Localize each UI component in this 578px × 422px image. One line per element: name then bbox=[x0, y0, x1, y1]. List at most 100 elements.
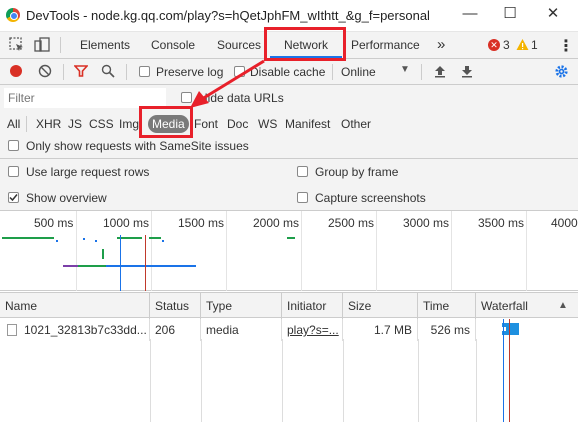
column-header-time[interactable]: Time bbox=[418, 293, 476, 319]
kebab-menu-icon[interactable]: ⋮ bbox=[558, 36, 574, 56]
filter-input[interactable] bbox=[4, 88, 166, 108]
gridline bbox=[151, 211, 152, 291]
filter-type-manifest[interactable]: Manifest bbox=[283, 115, 332, 133]
request-type: media bbox=[201, 319, 282, 341]
overview-bar bbox=[287, 237, 295, 239]
tick-label: 4000 bbox=[551, 216, 578, 230]
filter-type-js[interactable]: JS bbox=[66, 115, 84, 133]
filter-type-all[interactable]: All bbox=[5, 115, 22, 133]
network-settings-pane: Use large request rows Group by frame Sh… bbox=[0, 159, 578, 211]
column-divider bbox=[418, 339, 419, 422]
error-icon: ✕ bbox=[488, 39, 500, 51]
filter-type-img[interactable]: Img bbox=[117, 115, 141, 133]
overview-bar bbox=[2, 237, 54, 239]
network-settings-gear-icon[interactable] bbox=[554, 64, 569, 79]
chrome-logo-icon bbox=[6, 8, 20, 22]
tab-sources[interactable]: Sources bbox=[217, 32, 261, 58]
samesite-checkbox[interactable] bbox=[8, 140, 19, 151]
gridline bbox=[301, 211, 302, 291]
load-event-line bbox=[509, 319, 510, 422]
filter-bar: Hide data URLs bbox=[0, 85, 578, 111]
filter-icon[interactable] bbox=[74, 64, 88, 78]
minimize-button[interactable]: — bbox=[460, 4, 480, 24]
column-header-status[interactable]: Status bbox=[150, 293, 201, 319]
large-rows-label: Use large request rows bbox=[26, 165, 150, 179]
request-initiator-link[interactable]: play?s=... bbox=[282, 319, 343, 341]
samesite-label: Only show requests with SameSite issues bbox=[26, 139, 249, 153]
preserve-log-checkbox[interactable] bbox=[139, 66, 150, 77]
group-by-frame-checkbox[interactable] bbox=[297, 166, 308, 177]
tab-performance[interactable]: Performance bbox=[351, 32, 420, 58]
warning-count[interactable]: 1 bbox=[531, 38, 538, 52]
request-name[interactable]: 1021_32813b7c33dd... bbox=[19, 319, 150, 341]
tick-label: 3500 ms bbox=[478, 216, 525, 230]
filter-type-other[interactable]: Other bbox=[339, 115, 373, 133]
resource-type-filters: All XHR JS CSS Img Media Font Doc WS Man… bbox=[0, 111, 578, 135]
divider bbox=[332, 64, 333, 80]
inspect-element-icon[interactable] bbox=[8, 36, 26, 54]
tick-label: 500 ms bbox=[34, 216, 74, 230]
record-icon[interactable] bbox=[10, 65, 22, 77]
table-header: Name Status Type Initiator Size Time Wat… bbox=[0, 292, 578, 319]
request-size: 1.7 MB bbox=[343, 319, 418, 341]
request-status: 206 bbox=[150, 319, 201, 341]
group-by-frame-label: Group by frame bbox=[315, 165, 399, 179]
network-toolbar: Preserve log Disable cache Online ▼ bbox=[0, 59, 578, 85]
capture-screenshots-checkbox[interactable] bbox=[297, 192, 308, 203]
load-event-marker bbox=[145, 235, 146, 291]
overview-bar bbox=[149, 237, 161, 239]
overview-bar bbox=[102, 249, 104, 259]
divider bbox=[126, 64, 127, 80]
throttling-select[interactable]: Online bbox=[341, 65, 376, 79]
file-icon bbox=[7, 324, 17, 336]
large-rows-checkbox[interactable] bbox=[8, 166, 19, 177]
filter-type-ws[interactable]: WS bbox=[256, 115, 279, 133]
search-icon[interactable] bbox=[101, 64, 115, 78]
error-count[interactable]: 3 bbox=[503, 38, 510, 52]
filter-type-doc[interactable]: Doc bbox=[225, 115, 250, 133]
clear-icon[interactable] bbox=[38, 64, 52, 78]
device-toolbar-icon[interactable] bbox=[33, 36, 51, 54]
show-overview-label: Show overview bbox=[26, 191, 107, 205]
column-divider bbox=[282, 339, 283, 422]
tick-label: 3000 ms bbox=[403, 216, 450, 230]
gridline bbox=[226, 211, 227, 291]
column-header-name[interactable]: Name bbox=[0, 293, 150, 319]
filter-type-css[interactable]: CSS bbox=[87, 115, 116, 133]
overview-bar bbox=[63, 265, 78, 267]
warning-icon bbox=[516, 39, 529, 50]
column-divider bbox=[476, 339, 477, 422]
capture-screenshots-label: Capture screenshots bbox=[315, 191, 426, 205]
column-header-type[interactable]: Type bbox=[201, 293, 282, 319]
close-button[interactable]: ✕ bbox=[543, 4, 563, 24]
gridline bbox=[376, 211, 377, 291]
import-har-icon[interactable] bbox=[433, 64, 447, 78]
gridline bbox=[451, 211, 452, 291]
overview-bar bbox=[78, 265, 106, 267]
sort-ascending-icon[interactable]: ▲ bbox=[558, 300, 568, 311]
column-divider bbox=[201, 339, 202, 422]
tick-label: 1000 ms bbox=[103, 216, 150, 230]
divider bbox=[63, 64, 64, 80]
column-header-size[interactable]: Size bbox=[343, 293, 418, 319]
column-header-initiator[interactable]: Initiator bbox=[282, 293, 343, 319]
tab-elements[interactable]: Elements bbox=[80, 32, 130, 58]
network-tab-highlight bbox=[264, 27, 346, 61]
tick-label: 2000 ms bbox=[253, 216, 300, 230]
dom-content-loaded-marker bbox=[120, 235, 121, 291]
export-har-icon[interactable] bbox=[460, 64, 474, 78]
maximize-button[interactable]: ☐ bbox=[500, 4, 520, 24]
more-tabs-button[interactable]: » bbox=[437, 32, 445, 58]
show-overview-checkbox[interactable] bbox=[8, 192, 19, 203]
table-row[interactable]: 1021_32813b7c33dd... 206 media play?s=..… bbox=[0, 319, 578, 341]
chevron-down-icon[interactable]: ▼ bbox=[400, 64, 410, 75]
window-title: DevTools - node.kg.qq.com/play?s=hQetJph… bbox=[26, 8, 430, 23]
tick-label: 1500 ms bbox=[178, 216, 225, 230]
divider bbox=[26, 116, 27, 132]
gridline bbox=[76, 211, 77, 291]
tab-console[interactable]: Console bbox=[151, 32, 195, 58]
filter-type-font[interactable]: Font bbox=[192, 115, 220, 133]
gridline bbox=[526, 211, 527, 291]
filter-type-xhr[interactable]: XHR bbox=[34, 115, 63, 133]
network-overview-timeline[interactable]: 500 ms 1000 ms 1500 ms 2000 ms 2500 ms 3… bbox=[0, 211, 578, 291]
